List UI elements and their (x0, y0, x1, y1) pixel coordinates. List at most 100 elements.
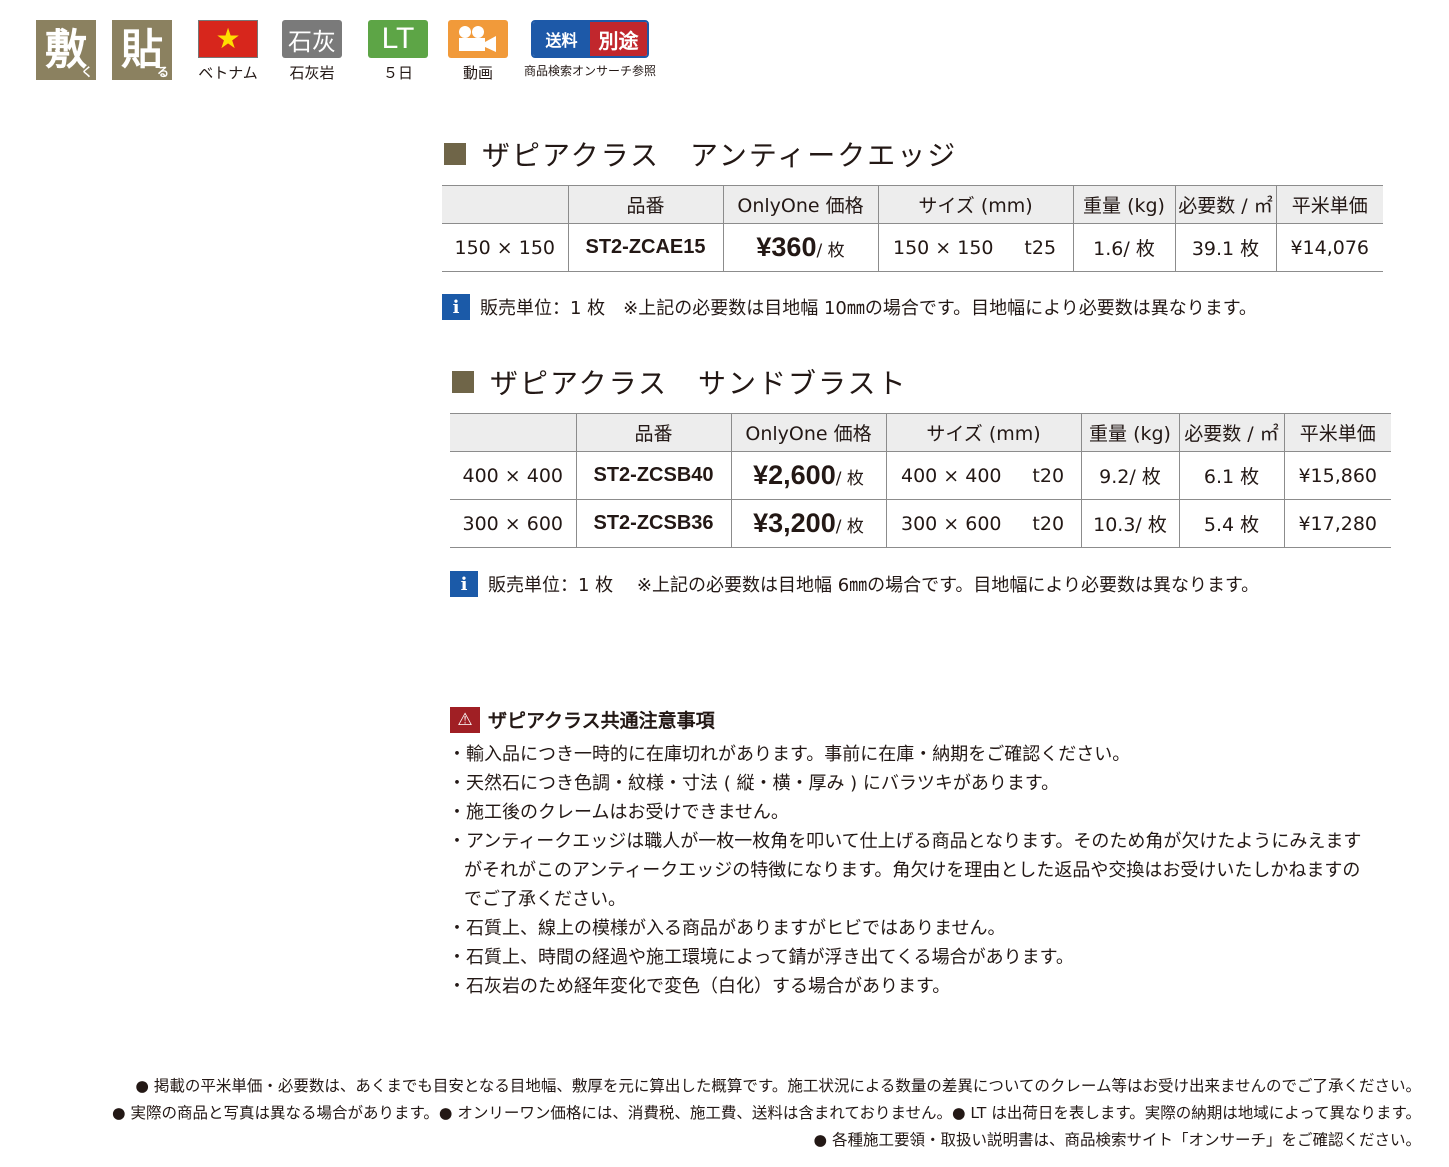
lead-time-caption: ５日 (382, 64, 413, 82)
list-item: ・輸入品につき一時的に在庫切れがあります。事前に在庫・納期をご確認ください。 (448, 744, 1131, 765)
row-name: 150 × 150 (442, 223, 568, 272)
limestone-icon: 石灰 (282, 20, 342, 58)
heading-square-icon (444, 143, 466, 165)
price-unit: / 枚 (835, 517, 864, 537)
construction-badge: 敷 く (36, 20, 96, 80)
list-item: ・施工後のクレームはお受けできません。 (448, 802, 789, 823)
required-count: 39.1 枚 (1174, 223, 1276, 272)
product-code[interactable]: ST2-ZCSB36 (575, 499, 731, 548)
info-icon: i (450, 571, 478, 597)
construction-sub: く (80, 65, 93, 79)
caution-title: ザピアクラス共通注意事項 (488, 710, 715, 732)
shipping-icon: 送料 別途 (531, 20, 649, 58)
header-weight: 重量 (kg) (1080, 413, 1179, 452)
header-sqm-price: 平米単価 (1275, 185, 1383, 224)
shipping-badge: 送料 別途 商品検索オンサーチ参照 (524, 20, 656, 79)
sqm-price: ¥14,076 (1275, 223, 1383, 272)
thickness: t20 (1016, 499, 1081, 548)
header-size: サイズ (mm) (877, 185, 1073, 224)
price: ¥360 (756, 232, 817, 262)
price-cell: ¥2,600/ 枚 (730, 451, 886, 500)
section2-info: i 販売単位：1 枚 ※上記の必要数は目地幅 6㎜の場合です。目地幅により必要数… (450, 571, 1259, 597)
thickness: t25 (1008, 223, 1073, 272)
size: 400 × 400 (885, 451, 1016, 500)
price-cell: ¥3,200/ 枚 (730, 499, 886, 548)
footnotes: ● 掲載の平米単価・必要数は、あくまでも目安となる目地幅、敷厚を元に算出した概算… (112, 1073, 1421, 1154)
weight: 1.6/ 枚 (1072, 223, 1175, 272)
caution-list: ・輸入品につき一時的に在庫切れがあります。事前に在庫・納期をご確認ください。 ・… (448, 740, 1378, 1001)
heading-square-icon (452, 371, 474, 393)
camera-shape (459, 26, 496, 52)
footnote: ● 各種施工要領・取扱い説明書は、商品検索サイト「オンサーチ」をご確認ください。 (813, 1131, 1421, 1149)
product-code[interactable]: ST2-ZCSB40 (575, 451, 731, 500)
adhesive-sub: る (156, 65, 169, 79)
price: ¥3,200 (753, 508, 836, 538)
sqm-price: ¥15,860 (1283, 451, 1391, 500)
table-header-row: 品番 OnlyOne 価格 サイズ (mm) 重量 (kg) 必要数 / ㎡ 平… (450, 413, 1391, 452)
weight: 9.2/ 枚 (1080, 451, 1179, 500)
footnote: ● 実際の商品と写真は異なる場合があります。● オンリーワン価格には、消費税、施… (112, 1104, 1421, 1122)
sqm-price: ¥17,280 (1283, 499, 1391, 548)
section2-info-text: 販売単位：1 枚 ※上記の必要数は目地幅 6㎜の場合です。目地幅により必要数は異… (488, 575, 1260, 596)
size: 300 × 600 (885, 499, 1016, 548)
section2-table: 品番 OnlyOne 価格 サイズ (mm) 重量 (kg) 必要数 / ㎡ 平… (450, 413, 1391, 548)
price-unit: / 枚 (835, 469, 864, 489)
required-count: 5.4 枚 (1178, 499, 1284, 548)
size: 150 × 150 (877, 223, 1008, 272)
shipping-right: 別途 (590, 22, 647, 56)
adhesive-badge: 貼 る (112, 20, 172, 80)
price-cell: ¥360/ 枚 (722, 223, 878, 272)
info-icon: i (442, 294, 470, 320)
section1-info: i 販売単位：1 枚 ※上記の必要数は目地幅 10㎜の場合です。目地幅により必要… (442, 294, 1257, 320)
price: ¥2,600 (753, 460, 836, 490)
header-price: OnlyOne 価格 (722, 185, 878, 224)
shipping-left: 送料 (533, 22, 590, 56)
section1-title: ザピアクラス アンティークエッジ (482, 139, 958, 172)
footnote: ● 掲載の平米単価・必要数は、あくまでも目安となる目地幅、敷厚を元に算出した概算… (135, 1077, 1421, 1095)
section2-title: ザピアクラス サンドブラスト (490, 367, 908, 400)
header-name (450, 413, 576, 452)
list-item: ・アンティークエッジは職人が一枚一枚角を叩いて仕上げる商品となります。そのため角… (448, 831, 1362, 910)
required-count: 6.1 枚 (1178, 451, 1284, 500)
product-code[interactable]: ST2-ZCAE15 (567, 223, 723, 272)
header-price: OnlyOne 価格 (730, 413, 886, 452)
section1-heading: ザピアクラス アンティークエッジ (444, 134, 957, 174)
material-badge: 石灰 石灰岩 (282, 20, 342, 83)
row-name: 300 × 600 (450, 499, 576, 548)
warning-icon: ⚠ (450, 706, 480, 733)
list-item: ・石質上、線上の模様が入る商品がありますがヒビではありません。 (448, 918, 1006, 939)
section1-table: 品番 OnlyOne 価格 サイズ (mm) 重量 (kg) 必要数 / ㎡ 平… (442, 185, 1383, 272)
header-code: 品番 (575, 413, 731, 452)
list-item: ・石質上、時間の経過や施工環境によって錆が浮き出てくる場合があります。 (448, 947, 1074, 968)
vietnam-flag-icon: ★ (198, 20, 258, 58)
origin-caption: ベトナム (198, 64, 258, 82)
header-required: 必要数 / ㎡ (1174, 185, 1276, 224)
header-code: 品番 (567, 185, 723, 224)
video-badge[interactable]: 動画 (448, 20, 508, 83)
header-sqm-price: 平米単価 (1283, 413, 1391, 452)
header-required: 必要数 / ㎡ (1178, 413, 1284, 452)
shipping-caption: 商品検索オンサーチ参照 (524, 64, 657, 78)
table-row: 300 × 600 ST2-ZCSB36 ¥3,200/ 枚 300 × 600… (450, 499, 1391, 548)
material-caption: 石灰岩 (289, 64, 335, 82)
list-item: ・石灰岩のため経年変化で変色（白化）する場合があります。 (448, 976, 951, 997)
thickness: t20 (1016, 451, 1081, 500)
lead-time-icon: LT (368, 20, 428, 58)
weight: 10.3/ 枚 (1080, 499, 1179, 548)
video-camera-icon[interactable] (448, 20, 508, 58)
header-size: サイズ (mm) (885, 413, 1081, 452)
caution-heading: ⚠ ザピアクラス共通注意事項 (450, 706, 715, 733)
list-item: ・天然石につき色調・紋様・寸法 ( 縦・横・厚み ) にバラツキがあります。 (448, 773, 1060, 794)
lead-time-badge: LT ５日 (368, 20, 428, 83)
header-name (442, 185, 568, 224)
table-row: 400 × 400 ST2-ZCSB40 ¥2,600/ 枚 400 × 400… (450, 451, 1391, 500)
table-row: 150 × 150 ST2-ZCAE15 ¥360/ 枚 150 × 150 t… (442, 223, 1383, 272)
header-weight: 重量 (kg) (1072, 185, 1175, 224)
table-header-row: 品番 OnlyOne 価格 サイズ (mm) 重量 (kg) 必要数 / ㎡ 平… (442, 185, 1383, 224)
video-caption: 動画 (462, 64, 493, 82)
section1-info-text: 販売単位：1 枚 ※上記の必要数は目地幅 10㎜の場合です。目地幅により必要数は… (480, 298, 1257, 319)
row-name: 400 × 400 (450, 451, 576, 500)
spec-badges: 敷 く 貼 る ★ ベトナム 石灰 石灰岩 LT ５日 動画 送料 別途 商品検… (36, 20, 656, 83)
section2-heading: ザピアクラス サンドブラスト (452, 362, 907, 402)
price-unit: / 枚 (816, 241, 845, 261)
